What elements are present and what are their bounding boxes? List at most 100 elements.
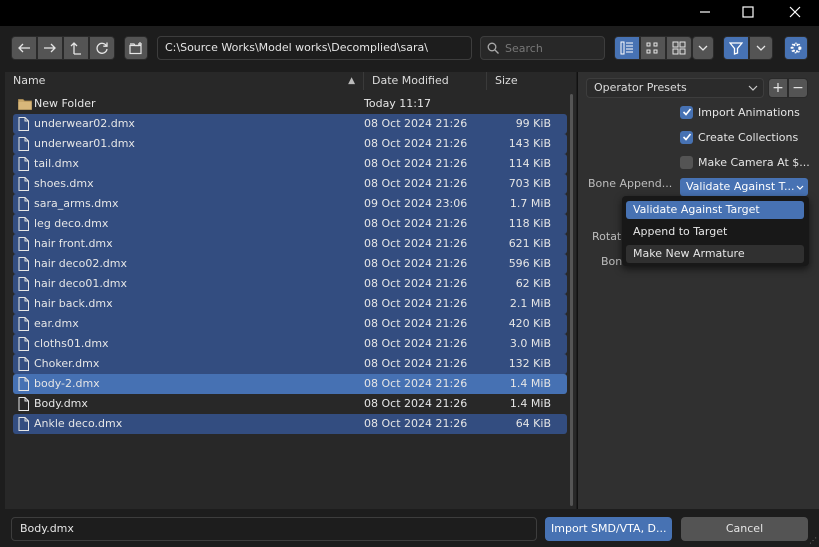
close-button[interactable] — [772, 0, 818, 24]
file-row[interactable]: ear.dmx 08 Oct 2024 21:26 420 KiB — [13, 314, 567, 334]
forward-button[interactable] — [37, 36, 63, 60]
file-name: New Folder — [34, 97, 96, 110]
menu-item-make-new-armature[interactable]: Make New Armature — [626, 245, 804, 263]
operator-presets-dropdown[interactable]: Operator Presets — [586, 78, 764, 98]
filter-settings-dropdown[interactable] — [749, 36, 773, 60]
make-camera-option[interactable]: Make Camera At $... — [680, 153, 810, 171]
file-row[interactable]: hair deco02.dmx 08 Oct 2024 21:26 596 KiB — [13, 254, 567, 274]
create-collections-label: Create Collections — [698, 130, 799, 144]
search-input[interactable] — [505, 41, 595, 55]
file-list-panel: Name ▲ Date Modified Size New Folder Toda… — [5, 72, 576, 509]
file-name: tail.dmx — [34, 157, 79, 170]
minimize-button[interactable] — [682, 0, 728, 24]
file-row[interactable]: Ankle deco.dmx 08 Oct 2024 21:26 64 KiB — [13, 414, 567, 434]
file-icon — [18, 236, 32, 252]
settings-button[interactable] — [784, 36, 808, 60]
import-animations-checkbox[interactable] — [680, 105, 693, 119]
file-row[interactable]: Body.dmx 08 Oct 2024 21:26 1.4 MiB — [13, 394, 567, 414]
file-name: cloths01.dmx — [34, 337, 109, 350]
filter-toggle-button[interactable] — [723, 36, 749, 60]
file-size: 1.4 MiB — [509, 377, 551, 390]
folder-row[interactable]: New Folder Today 11:17 — [13, 94, 567, 114]
column-header-name[interactable]: Name ▲ — [5, 72, 363, 90]
create-collections-option[interactable]: Create Collections — [680, 128, 798, 146]
file-size: 621 KiB — [508, 237, 551, 250]
make-camera-label: Make Camera At $... — [698, 155, 810, 169]
cancel-button[interactable]: Cancel — [681, 517, 808, 541]
file-date: 08 Oct 2024 21:26 — [364, 337, 468, 350]
import-animations-option[interactable]: Import Animations — [680, 103, 800, 121]
parent-directory-button[interactable] — [63, 36, 89, 60]
file-row[interactable]: hair front.dmx 08 Oct 2024 21:26 621 KiB — [13, 234, 567, 254]
menu-item-append-to-target[interactable]: Append to Target — [626, 223, 804, 241]
bone-append-value: Validate Against T... — [686, 180, 795, 193]
display-mode-group — [614, 36, 692, 60]
file-list-scrollbar[interactable] — [570, 94, 573, 506]
file-date: 08 Oct 2024 21:26 — [364, 417, 468, 430]
operator-options-panel: Operator Presets + − Import Animations C… — [578, 72, 819, 509]
file-row[interactable]: shoes.dmx 08 Oct 2024 21:26 703 KiB — [13, 174, 567, 194]
refresh-icon — [96, 42, 108, 54]
file-icon — [18, 216, 32, 232]
close-icon — [789, 6, 801, 18]
file-row[interactable]: underwear01.dmx 08 Oct 2024 21:26 143 KiB — [13, 134, 567, 154]
file-row[interactable]: leg deco.dmx 08 Oct 2024 21:26 118 KiB — [13, 214, 567, 234]
add-preset-button[interactable]: + — [768, 78, 788, 98]
display-settings-dropdown[interactable] — [692, 36, 714, 60]
remove-preset-button[interactable]: − — [788, 78, 808, 98]
file-row[interactable]: sara_arms.dmx 09 Oct 2024 23:06 1.7 MiB — [13, 194, 567, 214]
file-size: 132 KiB — [508, 357, 551, 370]
column-header-size[interactable]: Size — [486, 72, 576, 90]
file-icon — [18, 116, 32, 132]
file-size: 2.1 MiB — [509, 297, 551, 310]
file-date: 08 Oct 2024 21:26 — [364, 357, 468, 370]
toolbar: C:\Source Works\Model works\Decomplied\s… — [0, 26, 819, 72]
column-header-date[interactable]: Date Modified — [363, 72, 486, 90]
file-row[interactable]: hair deco01.dmx 08 Oct 2024 21:26 62 KiB — [13, 274, 567, 294]
file-icon — [18, 336, 32, 352]
directory-path-field[interactable]: C:\Source Works\Model works\Decomplied\s… — [157, 36, 472, 60]
resize-grip-icon[interactable]: ⋰ — [809, 536, 817, 545]
file-date: 08 Oct 2024 21:26 — [364, 237, 468, 250]
make-camera-checkbox[interactable] — [680, 155, 693, 169]
file-name: hair deco02.dmx — [34, 257, 128, 270]
file-date: Today 11:17 — [364, 97, 432, 110]
file-date: 08 Oct 2024 21:26 — [364, 277, 468, 290]
file-size: 99 KiB — [515, 117, 551, 130]
new-folder-button[interactable] — [124, 36, 148, 60]
file-size: 118 KiB — [508, 217, 551, 230]
title-bar — [0, 0, 819, 26]
file-date: 08 Oct 2024 21:26 — [364, 397, 468, 410]
bone-append-dropdown[interactable]: Validate Against T... — [680, 178, 808, 196]
bone-append-label: Bone Append... — [588, 177, 673, 190]
file-name: ear.dmx — [34, 317, 79, 330]
file-size: 1.7 MiB — [509, 197, 551, 210]
bone-label: Bon — [601, 255, 623, 268]
file-row[interactable]: tail.dmx 08 Oct 2024 21:26 114 KiB — [13, 154, 567, 174]
file-name: Choker.dmx — [34, 357, 100, 370]
file-size: 114 KiB — [508, 157, 551, 170]
file-row[interactable]: underwear02.dmx 08 Oct 2024 21:26 99 KiB — [13, 114, 567, 134]
maximize-button[interactable] — [725, 0, 771, 24]
file-row[interactable]: cloths01.dmx 08 Oct 2024 21:26 3.0 MiB — [13, 334, 567, 354]
file-icon — [18, 276, 32, 292]
file-name: leg deco.dmx — [34, 217, 109, 230]
filename-field[interactable]: Body.dmx — [11, 517, 537, 541]
import-button[interactable]: Import SMD/VTA, D... — [545, 517, 672, 541]
back-button[interactable] — [11, 36, 37, 60]
refresh-button[interactable] — [89, 36, 115, 60]
file-size: 703 KiB — [508, 177, 551, 190]
create-collections-checkbox[interactable] — [680, 130, 693, 144]
rotation-label: Rotati — [592, 230, 625, 243]
file-row[interactable]: hair back.dmx 08 Oct 2024 21:26 2.1 MiB — [13, 294, 567, 314]
bone-append-menu: Validate Against Target Append to Target… — [622, 196, 809, 266]
horizontal-list-view-button[interactable] — [640, 36, 666, 60]
search-field[interactable] — [480, 36, 605, 60]
menu-item-validate-against-target[interactable]: Validate Against Target — [626, 201, 804, 219]
vertical-list-view-button[interactable] — [614, 36, 640, 60]
file-row[interactable]: Choker.dmx 08 Oct 2024 21:26 132 KiB — [13, 354, 567, 374]
file-row[interactable]: body-2.dmx 08 Oct 2024 21:26 1.4 MiB — [13, 374, 567, 394]
thumbnail-view-button[interactable] — [666, 36, 692, 60]
file-date: 08 Oct 2024 21:26 — [364, 217, 468, 230]
grid-icon — [672, 41, 686, 55]
